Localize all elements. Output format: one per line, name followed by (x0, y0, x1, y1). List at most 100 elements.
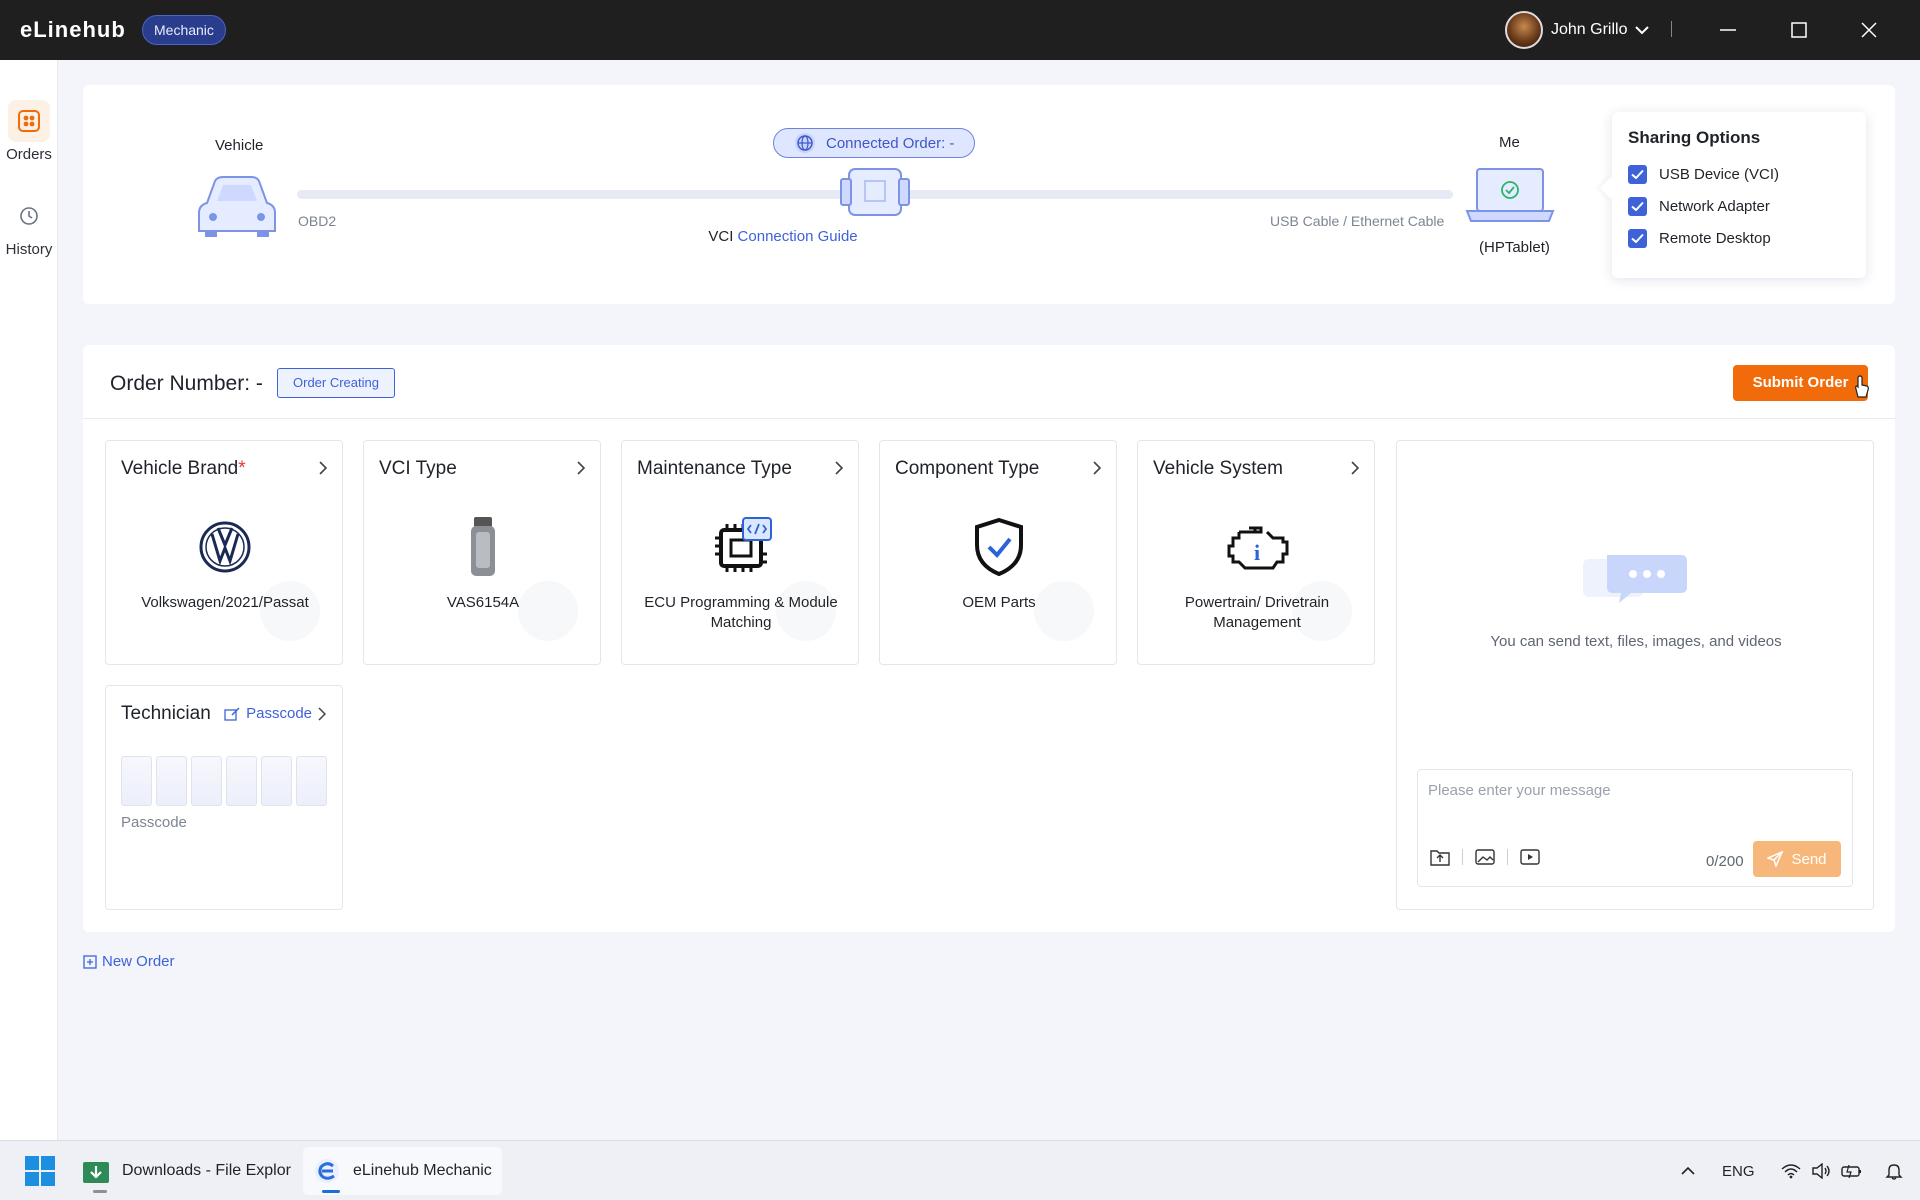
sidebar-item-label: History (5, 241, 53, 258)
component-type-card[interactable]: Component Type OEM Parts (879, 440, 1117, 665)
order-number: Order Number: - (110, 372, 263, 395)
sharing-option-network[interactable]: Network Adapter (1628, 190, 1850, 222)
elinehub-icon (315, 1159, 339, 1183)
close-button[interactable] (1851, 12, 1887, 48)
app-brand: eLinehub (20, 17, 126, 42)
svg-text:i: i (1254, 540, 1260, 565)
sharing-option-usb[interactable]: USB Device (VCI) (1628, 158, 1850, 190)
plus-square-icon (83, 954, 97, 969)
send-button[interactable]: Send (1753, 841, 1841, 877)
history-icon (8, 195, 50, 237)
technician-card: Technician Passcode Passcode (105, 685, 343, 910)
checkbox-checked-icon[interactable] (1628, 164, 1647, 184)
minimize-icon (1720, 29, 1736, 31)
edit-icon (224, 706, 240, 721)
checkbox-checked-icon[interactable] (1628, 228, 1647, 248)
cursor-hand-icon (1855, 375, 1869, 398)
cable-label: USB Cable / Ethernet Cable (1270, 213, 1445, 229)
passcode-digit[interactable] (261, 756, 292, 806)
sharing-options-card: Sharing Options USB Device (VCI) Network… (1612, 112, 1866, 278)
taskbar-item-label: eLinehub Mechanic (353, 1162, 492, 1179)
required-mark: * (238, 458, 246, 479)
sharing-option-remote-desktop[interactable]: Remote Desktop (1628, 222, 1850, 254)
taskbar-file-explorer[interactable]: Downloads - File Explor (72, 1147, 301, 1195)
connection-guide-link[interactable]: Connection Guide (738, 228, 858, 245)
system-tray: ENG (1680, 1141, 1903, 1200)
checkbox-checked-icon[interactable] (1628, 196, 1647, 216)
passcode-digit[interactable] (296, 756, 327, 806)
device-name: (HPTablet) (1479, 239, 1550, 256)
wifi-icon[interactable] (1781, 1163, 1801, 1179)
sharing-options-title: Sharing Options (1628, 128, 1761, 147)
vci-type-card[interactable]: VCI Type VAS6154A (363, 440, 601, 665)
card-title: Maintenance Type (637, 458, 792, 479)
user-menu[interactable]: John Grillo (1505, 11, 1650, 49)
taskbar-indicator (322, 1190, 340, 1193)
attachment-tools (1430, 848, 1540, 866)
passcode-digit[interactable] (226, 756, 257, 806)
char-counter: 0/200 (1706, 853, 1744, 870)
title-bar: eLinehub Mechanic John Grillo (0, 0, 1920, 60)
chevron-right-icon (1093, 461, 1102, 475)
chevron-right-icon (319, 461, 328, 475)
card-title: Technician (121, 703, 211, 724)
file-upload-icon[interactable] (1430, 848, 1450, 866)
file-explorer-icon (83, 1162, 109, 1183)
sidebar-item-history[interactable]: History (0, 195, 58, 258)
new-order-link[interactable]: New Order (83, 953, 175, 970)
card-title-text: Vehicle Brand (121, 458, 239, 479)
me-label: Me (1499, 134, 1520, 151)
passcode-link[interactable]: Passcode (224, 705, 326, 722)
video-icon[interactable] (1520, 848, 1540, 866)
chat-panel: You can send text, files, images, and vi… (1396, 440, 1874, 910)
notification-bell-icon[interactable] (1884, 1162, 1903, 1180)
taskbar-indicator (93, 1190, 107, 1193)
vehicle-system-card[interactable]: Vehicle System i Powertrain/ Drivetrain … (1137, 440, 1375, 665)
card-title: Component Type (895, 458, 1040, 479)
submit-order-button[interactable]: Submit Order (1733, 365, 1868, 401)
passcode-digit[interactable] (156, 756, 187, 806)
sharing-option-label: Remote Desktop (1659, 229, 1771, 247)
vci-prefix: VCI (708, 228, 734, 245)
close-icon (1861, 22, 1877, 38)
new-order-label: New Order (102, 953, 175, 970)
user-name: John Grillo (1551, 21, 1628, 38)
passcode-link-label: Passcode (246, 705, 312, 722)
role-badge: Mechanic (142, 15, 226, 45)
battery-icon[interactable] (1840, 1163, 1863, 1179)
maximize-button[interactable] (1781, 12, 1817, 48)
sidebar-item-orders[interactable]: Orders (0, 100, 58, 163)
taskbar-elinehub[interactable]: eLinehub Mechanic (303, 1147, 502, 1195)
avatar (1505, 11, 1543, 49)
vehicle-brand-card[interactable]: Vehicle Brand* Volkswagen/2021/Passat (105, 440, 343, 665)
obd-label: OBD2 (298, 213, 337, 229)
image-icon[interactable] (1475, 848, 1495, 866)
status-badge: Order Creating (277, 368, 395, 398)
divider (83, 418, 1895, 419)
shield-check-icon (880, 517, 1116, 577)
card-title: VCI Type (379, 458, 457, 479)
sidebar-item-label: Orders (6, 146, 52, 163)
message-input[interactable]: Please enter your message 0/200 Send (1417, 769, 1853, 887)
chevron-right-icon (318, 706, 326, 721)
card-title: Vehicle Brand* (121, 458, 246, 480)
sidebar: Orders History (0, 60, 58, 1140)
maximize-icon (1791, 22, 1807, 38)
minimize-button[interactable] (1710, 12, 1746, 48)
volume-icon[interactable] (1811, 1163, 1831, 1179)
passcode-digit[interactable] (121, 756, 152, 806)
grid-icon (8, 100, 50, 142)
sharing-option-label: Network Adapter (1659, 197, 1770, 215)
windows-start-icon[interactable] (24, 1155, 56, 1192)
chevron-up-icon[interactable] (1680, 1166, 1696, 1176)
maintenance-type-card[interactable]: Maintenance Type ECU Programming & Modul… (621, 440, 859, 665)
language-indicator[interactable]: ENG (1722, 1163, 1755, 1180)
tool-divider (1462, 849, 1463, 865)
title-divider (1671, 21, 1672, 37)
connected-order-text: Connected Order: - (826, 134, 955, 152)
passcode-digit[interactable] (191, 756, 222, 806)
card-value: Powertrain/ Drivetrain Management (1184, 594, 1330, 631)
connected-order-pill: Connected Order: - (773, 128, 975, 158)
globe-icon (795, 133, 815, 153)
taskbar-item-label: Downloads - File Explor (122, 1162, 291, 1179)
